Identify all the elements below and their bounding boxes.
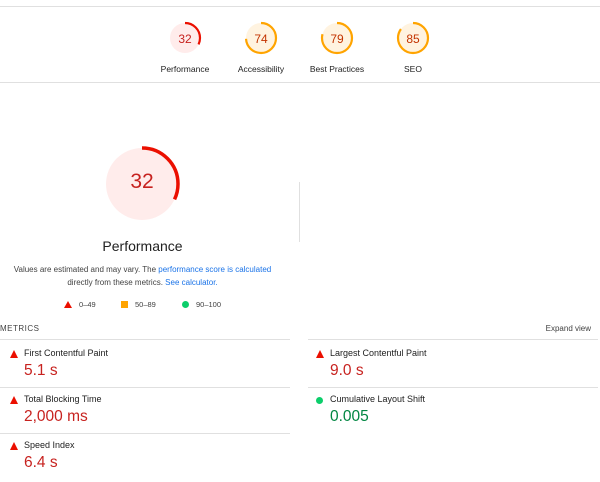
performance-score: 32 — [130, 170, 154, 193]
metric-value: 0.005 — [330, 408, 369, 425]
metric-label: Largest Contentful Paint — [330, 348, 427, 358]
section-divider — [0, 82, 600, 83]
desc-text-2: directly from these metrics. — [67, 278, 166, 287]
fail-triangle-icon — [10, 442, 18, 450]
metric-speed-index: Speed Index 6.4 s — [8, 440, 278, 476]
category-gauges: 32 Performance 74 Accessibility 79 Best … — [0, 20, 600, 78]
square-icon — [121, 301, 128, 308]
metric-label: First Contentful Paint — [24, 348, 109, 358]
gauge-label: SEO — [404, 64, 422, 74]
metric-label: Cumulative Layout Shift — [330, 394, 426, 404]
performance-title: Performance — [102, 238, 183, 254]
gauge-seo[interactable]: 85 SEO — [368, 20, 458, 74]
metric-first-contentful-paint: First Contentful Paint 5.1 s — [8, 348, 278, 384]
fail-triangle-icon — [316, 350, 324, 358]
legend-fail-label: 0–49 — [79, 300, 96, 309]
metric-largest-contentful-paint: Largest Contentful Paint 9.0 s — [314, 348, 584, 384]
top-divider — [0, 6, 600, 7]
metric-value: 5.1 s — [24, 362, 58, 379]
metric-label: Total Blocking Time — [24, 394, 102, 404]
row-divider — [0, 433, 290, 434]
legend-average-label: 50–89 — [135, 300, 156, 309]
metrics-heading: METRICS — [0, 324, 40, 333]
metric-value: 9.0 s — [330, 362, 364, 379]
legend-average: 50–89 — [121, 300, 156, 309]
metric-label: Speed Index — [24, 440, 75, 450]
metrics-divider — [308, 339, 598, 340]
expand-view-toggle[interactable]: Expand view — [546, 324, 591, 333]
metric-value: 2,000 ms — [24, 408, 88, 425]
legend-pass-label: 90–100 — [196, 300, 222, 309]
vertical-divider — [299, 182, 300, 242]
performance-gauge: 32 — [104, 146, 180, 222]
legend-pass: 90–100 — [182, 300, 221, 309]
fail-triangle-icon — [10, 396, 18, 404]
circle-icon — [182, 301, 189, 308]
gauge-score: 85 — [406, 32, 420, 46]
row-divider — [0, 387, 290, 388]
performance-description: Values are estimated and may vary. The p… — [10, 263, 275, 289]
metric-value: 6.4 s — [24, 454, 58, 471]
score-calculated-link[interactable]: performance score is calculated — [158, 265, 271, 274]
row-divider — [308, 387, 598, 388]
metric-total-blocking-time: Total Blocking Time 2,000 ms — [8, 394, 278, 430]
triangle-icon — [64, 301, 72, 308]
see-calculator-link[interactable]: See calculator. — [165, 278, 217, 287]
fail-triangle-icon — [10, 350, 18, 358]
legend-fail: 0–49 — [64, 300, 96, 309]
metrics-divider — [0, 339, 290, 340]
metric-cumulative-layout-shift: Cumulative Layout Shift 0.005 — [314, 394, 584, 430]
pass-circle-icon — [316, 397, 323, 404]
desc-text: Values are estimated and may vary. The — [13, 265, 159, 274]
